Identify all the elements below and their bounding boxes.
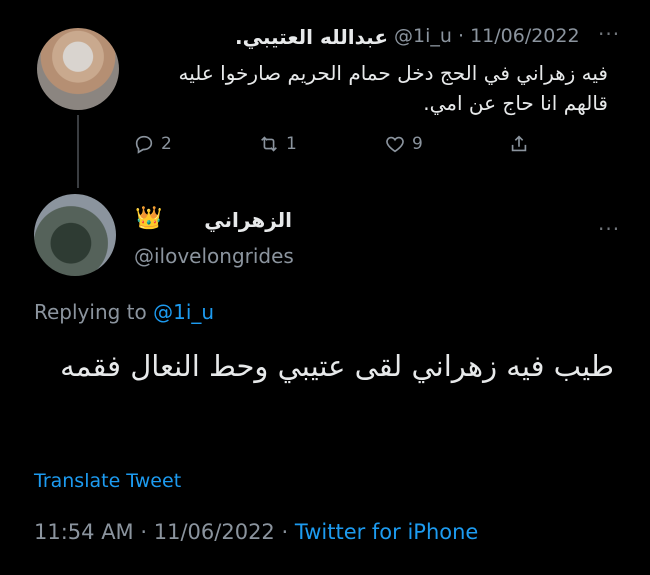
like-action[interactable]: 9 — [384, 133, 423, 155]
share-action[interactable] — [508, 133, 530, 155]
more-options-icon[interactable]: ··· — [598, 22, 620, 46]
tweet-time: 11:54 AM — [34, 520, 134, 544]
avatar[interactable] — [34, 194, 116, 276]
more-options-icon[interactable]: ··· — [598, 217, 620, 241]
share-icon — [508, 133, 530, 155]
author-name[interactable]: الزهراني — [204, 208, 292, 232]
separator: · — [457, 25, 465, 47]
tweet-date: 11/06/2022 — [153, 520, 275, 544]
separator: · — [140, 520, 148, 544]
author-handle[interactable]: @1i_u — [394, 25, 452, 47]
translate-tweet-link[interactable]: Translate Tweet — [34, 470, 181, 492]
replying-to-handle[interactable]: @1i_u — [153, 300, 214, 324]
like-count: 9 — [412, 134, 423, 154]
avatar[interactable] — [37, 28, 119, 110]
tweet-date[interactable]: 11/06/2022 — [470, 25, 580, 47]
tweet-meta: @1i_u · 11/06/2022 — [394, 25, 580, 47]
separator: · — [281, 520, 289, 544]
retweet-count: 1 — [286, 134, 297, 154]
replying-to: Replying to @1i_u — [34, 300, 214, 324]
heart-icon — [384, 133, 406, 155]
reply-icon — [133, 133, 155, 155]
tweet-text: طيب فيه زهراني لقى عتيبي وحط النعال فقمه — [60, 349, 614, 383]
tweet-source[interactable]: Twitter for iPhone — [295, 520, 479, 544]
reply-count: 2 — [161, 134, 172, 154]
reply-action[interactable]: 2 — [133, 133, 172, 155]
crown-icon: 👑 — [135, 206, 163, 231]
retweet-icon — [258, 133, 280, 155]
replying-to-label: Replying to — [34, 300, 147, 324]
author-handle[interactable]: @ilovelongrides — [134, 244, 294, 268]
author-name[interactable]: عبدالله العتيبي. — [235, 25, 388, 49]
tweet-footer: 11:54 AM · 11/06/2022 · Twitter for iPho… — [34, 520, 478, 544]
retweet-action[interactable]: 1 — [258, 133, 297, 155]
thread-line — [77, 115, 79, 188]
tweet-text: فيه زهراني في الحج دخل حمام الحريم صارخو… — [178, 61, 608, 115]
